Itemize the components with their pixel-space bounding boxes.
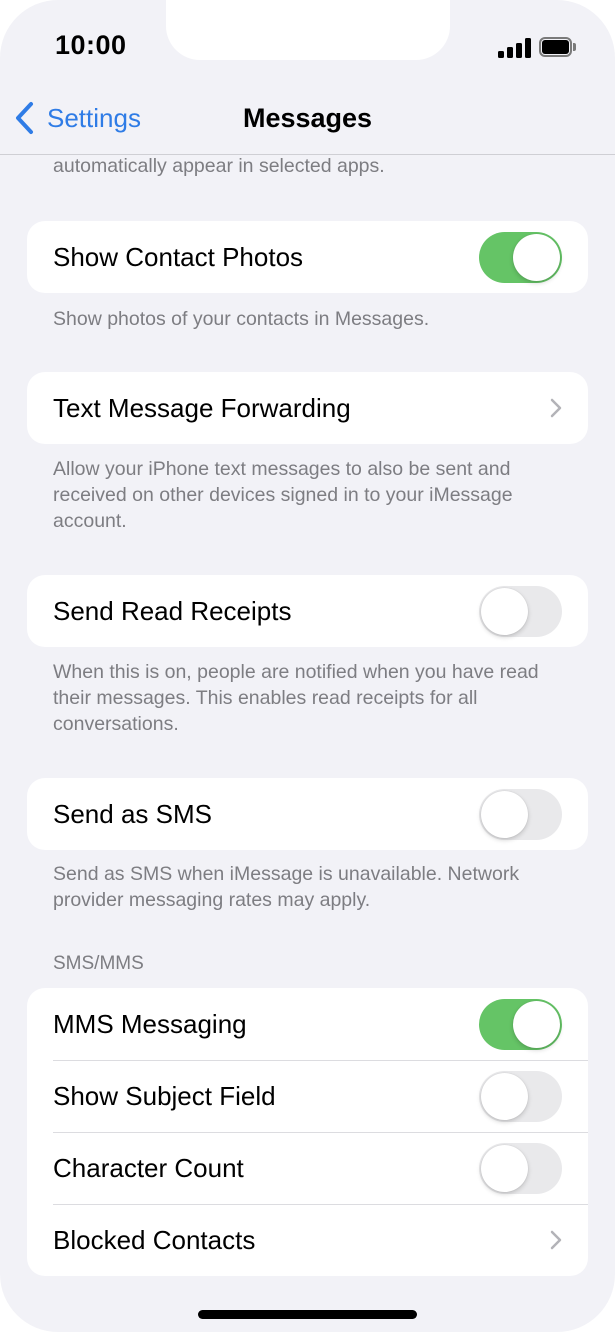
home-indicator[interactable] bbox=[198, 1310, 417, 1319]
section-footer: When this is on, people are notified whe… bbox=[53, 661, 539, 735]
toggle-knob bbox=[481, 1073, 528, 1120]
row-show-subject-field[interactable]: Show Subject Field bbox=[27, 1060, 588, 1132]
row-label: Show Subject Field bbox=[53, 1081, 276, 1111]
chevron-right-icon bbox=[550, 398, 562, 418]
group-sms-mms: MMS Messaging Show Subject Field Charact… bbox=[27, 988, 588, 1276]
group-read-receipts: Send Read Receipts bbox=[27, 575, 588, 647]
group-contact-photos: Show Contact Photos bbox=[27, 221, 588, 293]
row-label: Text Message Forwarding bbox=[53, 393, 351, 423]
row-text-message-forwarding[interactable]: Text Message Forwarding bbox=[27, 372, 588, 444]
row-blocked-contacts[interactable]: Blocked Contacts bbox=[27, 1204, 588, 1276]
status-time: 10:00 bbox=[55, 30, 127, 60]
chevron-right-icon bbox=[550, 1230, 562, 1250]
section-footer: Allow your iPhone text messages to also … bbox=[53, 458, 513, 532]
send-as-sms-toggle[interactable] bbox=[479, 789, 562, 840]
toggle-knob bbox=[481, 1145, 528, 1192]
phone-screen: 10:00 Settings Messages automatically ap… bbox=[0, 0, 615, 1332]
send-read-receipts-toggle[interactable] bbox=[479, 586, 562, 637]
row-label: MMS Messaging bbox=[53, 1009, 247, 1039]
section-header-sms-mms: SMS/MMS bbox=[53, 953, 144, 974]
row-character-count[interactable]: Character Count bbox=[27, 1132, 588, 1204]
character-count-toggle[interactable] bbox=[479, 1143, 562, 1194]
mms-messaging-toggle[interactable] bbox=[479, 999, 562, 1050]
settings-list[interactable]: automatically appear in selected apps. S… bbox=[0, 155, 615, 1332]
group-text-forwarding: Text Message Forwarding bbox=[27, 372, 588, 444]
show-contact-photos-toggle[interactable] bbox=[479, 232, 562, 283]
group-send-as-sms: Send as SMS bbox=[27, 778, 588, 850]
battery-icon bbox=[539, 37, 576, 57]
toggle-knob bbox=[481, 791, 528, 838]
cellular-signal-icon bbox=[498, 38, 532, 58]
show-subject-field-toggle[interactable] bbox=[479, 1071, 562, 1122]
toggle-knob bbox=[513, 1001, 560, 1048]
row-mms-messaging[interactable]: MMS Messaging bbox=[27, 988, 588, 1060]
toggle-knob bbox=[513, 234, 560, 281]
row-label: Character Count bbox=[53, 1153, 244, 1183]
row-show-contact-photos[interactable]: Show Contact Photos bbox=[27, 221, 588, 293]
row-label: Blocked Contacts bbox=[53, 1225, 256, 1255]
row-label: Send as SMS bbox=[53, 799, 212, 829]
row-send-as-sms[interactable]: Send as SMS bbox=[27, 778, 588, 850]
section-footer-fragment: automatically appear in selected apps. bbox=[53, 155, 385, 177]
navigation-bar: Settings Messages bbox=[0, 84, 615, 155]
row-label: Send Read Receipts bbox=[53, 596, 292, 626]
section-footer: Show photos of your contacts in Messages… bbox=[53, 308, 430, 330]
section-footer: Send as SMS when iMessage is unavailable… bbox=[53, 863, 520, 911]
row-label: Show Contact Photos bbox=[53, 242, 304, 272]
toggle-knob bbox=[481, 588, 528, 635]
row-send-read-receipts[interactable]: Send Read Receipts bbox=[27, 575, 588, 647]
page-title: Messages bbox=[242, 103, 373, 133]
notch bbox=[166, 0, 450, 60]
